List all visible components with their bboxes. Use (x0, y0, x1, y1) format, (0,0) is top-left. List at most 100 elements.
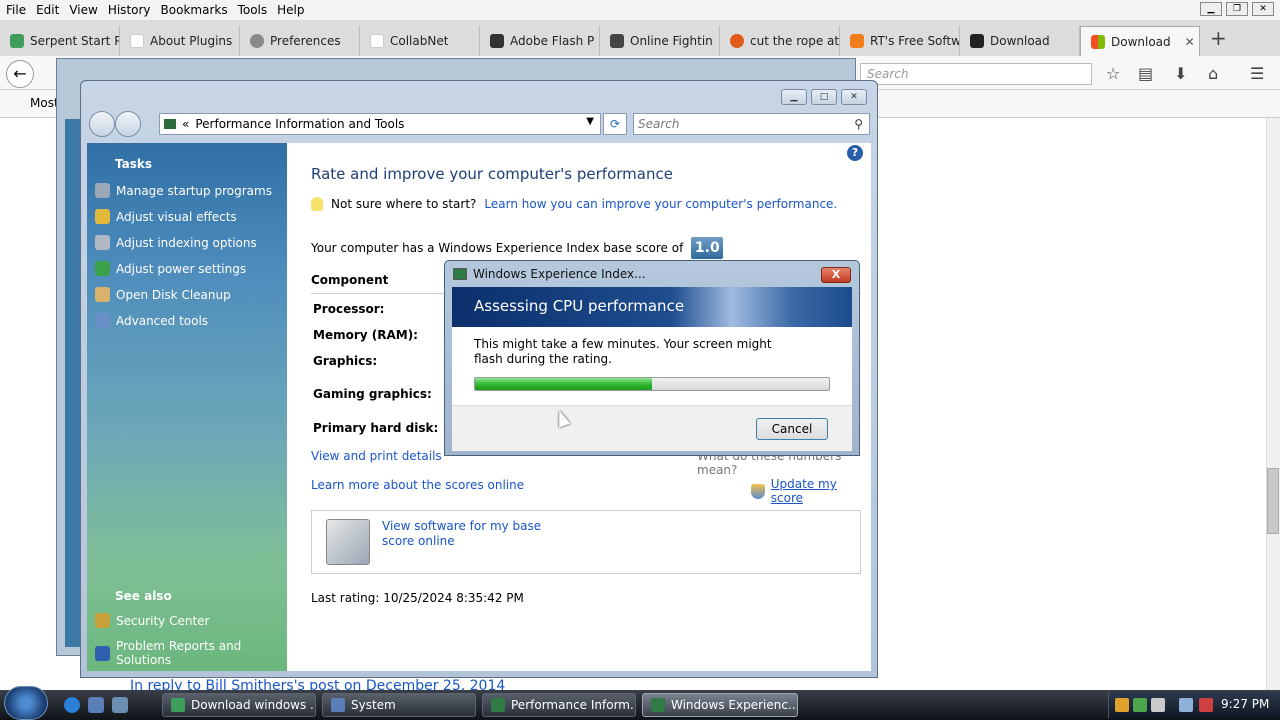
window-controls: ▁ □ ✕ (781, 89, 867, 105)
table-row: Graphics: (313, 354, 378, 368)
tab-online-fighting[interactable]: Online Fightin (600, 26, 720, 56)
gear-icon (250, 34, 264, 48)
reading-list-icon[interactable]: ▤ (1138, 64, 1153, 83)
update-score-row[interactable]: Update my score (751, 477, 871, 505)
bookmark-most-visited[interactable]: Most (30, 96, 59, 110)
refresh-button[interactable]: ⟳ (603, 113, 627, 135)
tab-about-plugins[interactable]: About Plugins (120, 26, 240, 56)
windows-logo-icon (1091, 34, 1105, 49)
close-button[interactable]: ✕ (841, 89, 867, 105)
menu-edit[interactable]: Edit (36, 3, 59, 17)
safely-remove-icon[interactable] (1151, 698, 1165, 712)
tray-app-icon[interactable] (1133, 698, 1147, 712)
search-input[interactable]: Search (860, 63, 1092, 85)
table-row: Primary hard disk: (313, 421, 439, 435)
clock[interactable]: 9:27 PM (1221, 697, 1269, 711)
close-button[interactable]: ✕ (1252, 2, 1274, 16)
address-bar[interactable]: « Performance Information and Tools ▼ (159, 113, 601, 135)
table-row: Processor: (313, 302, 385, 316)
switch-windows-icon[interactable] (112, 697, 128, 713)
firefox-icon (171, 698, 185, 712)
update-score-link[interactable]: Update my score (771, 477, 871, 505)
dialog-body: This might take a few minutes. Your scre… (452, 327, 852, 405)
menu-file[interactable]: File (6, 3, 26, 17)
firefox-menubar: File Edit View History Bookmarks Tools H… (0, 0, 1280, 20)
tab-rts-free-software[interactable]: RT's Free Softw (840, 26, 960, 56)
bookmark-star-icon[interactable]: ☆ (1106, 64, 1120, 83)
back-button[interactable] (89, 111, 115, 137)
taskbar-btn-system[interactable]: System (322, 693, 476, 717)
page-title: Rate and improve your computer's perform… (311, 165, 673, 183)
firefox-tab-strip: Serpent Start P About Plugins Preference… (0, 20, 1280, 56)
dialog-message: This might take a few minutes. Your scre… (474, 337, 772, 366)
taskbar-btn-firefox[interactable]: Download windows ... (162, 693, 316, 717)
wei-dialog: Windows Experience Index... X Assessing … (444, 260, 860, 456)
sidebar-item-disk-cleanup[interactable]: Open Disk Cleanup (95, 287, 231, 302)
security-shield-icon[interactable] (1115, 698, 1129, 712)
tab-adobe-flash[interactable]: Adobe Flash P (480, 26, 600, 56)
taskbar-btn-wei[interactable]: Windows Experienc... (642, 693, 798, 717)
sidebar-item-startup[interactable]: Manage startup programs (95, 183, 272, 198)
minimize-button[interactable]: ▁ (781, 89, 807, 105)
tab-preferences[interactable]: Preferences (240, 26, 360, 56)
home-icon[interactable]: ⌂ (1208, 64, 1218, 83)
sidebar-item-problem-reports[interactable]: Problem Reports and Solutions (95, 639, 287, 667)
dialog-close-button[interactable]: X (821, 267, 851, 283)
forward-button[interactable] (115, 111, 141, 137)
hint-row: Not sure where to start? Learn how you c… (311, 197, 837, 211)
restore-button[interactable]: ❐ (1226, 2, 1248, 16)
start-button[interactable] (4, 686, 48, 720)
dialog-banner: Assessing CPU performance (452, 287, 852, 327)
new-tab-button[interactable]: + (1210, 26, 1227, 50)
ie-icon[interactable] (64, 697, 80, 713)
search-icon[interactable]: ⚲ (854, 114, 863, 134)
back-button[interactable]: ← (6, 60, 34, 88)
shield-icon (95, 613, 110, 628)
advanced-tools-icon (95, 313, 110, 328)
system-tray: 9:27 PM (1108, 692, 1280, 718)
menu-view[interactable]: View (69, 3, 97, 17)
hamburger-menu-icon[interactable]: ☰ (1250, 64, 1264, 83)
show-desktop-icon[interactable] (88, 697, 104, 713)
sidebar-item-power[interactable]: Adjust power settings (95, 261, 246, 276)
view-print-details-link[interactable]: View and print details (311, 449, 442, 463)
sidebar-item-indexing[interactable]: Adjust indexing options (95, 235, 257, 250)
view-software-link[interactable]: View software for my base score online (382, 519, 572, 549)
system-icon (331, 698, 345, 712)
menu-bookmarks[interactable]: Bookmarks (161, 3, 228, 17)
scrollbar-thumb[interactable] (1267, 468, 1279, 534)
learn-more-scores-link[interactable]: Learn more about the scores online (311, 478, 524, 492)
maximize-button[interactable]: □ (811, 89, 837, 105)
tab-download-active[interactable]: Download ✕ (1080, 26, 1200, 56)
table-row: Gaming graphics: (313, 387, 432, 401)
component-header: Component (311, 273, 389, 287)
tab-cut-the-rope[interactable]: cut the rope at (720, 26, 840, 56)
menu-history[interactable]: History (108, 3, 151, 17)
help-icon[interactable]: ? (847, 145, 863, 161)
network-icon[interactable] (1179, 698, 1193, 712)
chevron-down-icon[interactable]: ▼ (586, 116, 594, 127)
tab-download-7zip[interactable]: Download (960, 26, 1080, 56)
close-tab-icon[interactable]: ✕ (1185, 35, 1195, 49)
learn-improve-link[interactable]: Learn how you can improve your computer'… (484, 197, 837, 211)
firefox-window-controls: ▁ ❐ ✕ (1200, 2, 1274, 16)
downloads-icon[interactable]: ⬇ (1174, 64, 1187, 83)
menu-help[interactable]: Help (277, 3, 304, 17)
sidebar-item-visual-effects[interactable]: Adjust visual effects (95, 209, 237, 224)
tab-serpent-start[interactable]: Serpent Start P (0, 26, 120, 56)
cancel-button[interactable]: Cancel (756, 418, 828, 440)
sidebar-item-advanced-tools[interactable]: Advanced tools (95, 313, 208, 328)
site-icon (610, 34, 624, 48)
page-icon (130, 34, 144, 48)
volume-muted-icon[interactable] (1199, 698, 1213, 712)
tab-collabnet[interactable]: CollabNet (360, 26, 480, 56)
menu-tools[interactable]: Tools (238, 3, 268, 17)
minimize-button[interactable]: ▁ (1200, 2, 1222, 16)
sidebar-item-security-center[interactable]: Security Center (95, 613, 209, 628)
startup-programs-icon (95, 183, 110, 198)
serpent-icon (10, 34, 24, 48)
taskbar-btn-performance[interactable]: Performance Inform... (482, 693, 636, 717)
page-scrollbar[interactable] (1266, 118, 1280, 690)
search-input[interactable]: Search ⚲ (633, 113, 870, 135)
performance-icon (491, 698, 505, 712)
